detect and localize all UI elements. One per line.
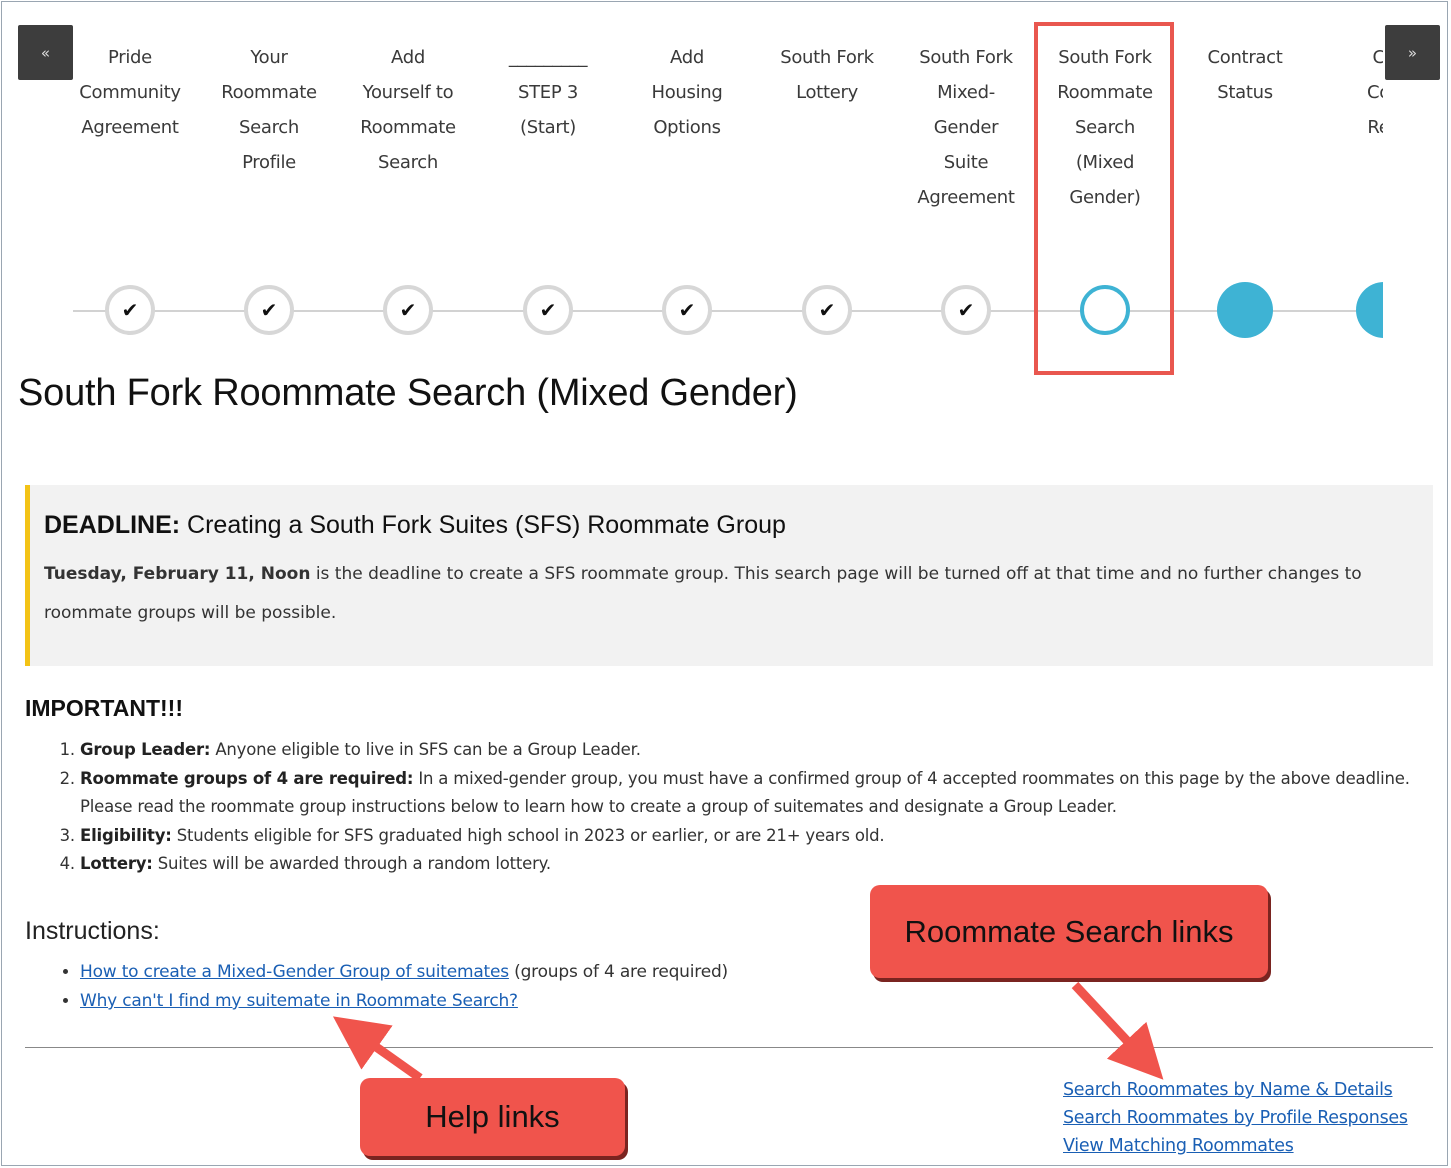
check-icon: ✔: [244, 285, 294, 335]
step-label: Add Housing Options: [651, 47, 723, 138]
stepper-next-button[interactable]: »: [1385, 25, 1440, 80]
future-step-circle-icon: [1356, 282, 1383, 338]
page-title: South Fork Roommate Search (Mixed Gender…: [18, 372, 798, 414]
list-item: How to create a Mixed-Gender Group of su…: [80, 958, 728, 987]
deadline-body: Tuesday, February 11, Noon is the deadli…: [44, 564, 1362, 623]
step-label: South Fork Lottery: [780, 47, 874, 103]
step-label: Add Yourself to Roommate Search: [360, 47, 456, 173]
list-item: Roommate groups of 4 are required: In a …: [80, 765, 1440, 822]
step-contract-status[interactable]: Contract Status: [1175, 40, 1315, 338]
check-icon: ✔: [105, 285, 155, 335]
search-by-name-link[interactable]: Search Roommates by Name & Details: [1063, 1076, 1408, 1104]
step-label: _________ STEP 3 (Start): [508, 47, 588, 138]
step-add-yourself-to-roommate-search[interactable]: Add Yourself to Roommate Search ✔: [338, 40, 478, 335]
roommate-search-links-callout: Roommate Search links: [870, 885, 1268, 978]
mixed-gender-group-help-link[interactable]: How to create a Mixed-Gender Group of su…: [80, 962, 509, 982]
instructions-list: How to create a Mixed-Gender Group of su…: [58, 958, 728, 1016]
cant-find-suitemate-help-link[interactable]: Why can't I find my suitemate in Roommat…: [80, 991, 518, 1011]
step-pride-community-agreement[interactable]: Pride Community Agreement ✔: [60, 40, 200, 335]
view-matching-roommates-link[interactable]: View Matching Roommates: [1063, 1132, 1408, 1160]
search-by-profile-link[interactable]: Search Roommates by Profile Responses: [1063, 1104, 1408, 1132]
roommate-search-links: Search Roommates by Name & Details Searc…: [1063, 1076, 1408, 1160]
step-cancellation-request[interactable]: CaConReq: [1314, 40, 1383, 338]
step-mixed-gender-suite-agreement[interactable]: South Fork Mixed- Gender Suite Agreement ✔: [896, 40, 1036, 335]
current-step-highlight: [1034, 22, 1174, 375]
list-item: Why can't I find my suitemate in Roommat…: [80, 987, 728, 1016]
list-item: Lottery: Suites will be awarded through …: [80, 850, 1440, 879]
step-label: Pride Community Agreement: [79, 47, 181, 138]
step-label: Your Roommate Search Profile: [221, 47, 317, 173]
step-roommate-search-profile[interactable]: Your Roommate Search Profile ✔: [199, 40, 339, 335]
step-label: South Fork Mixed- Gender Suite Agreement: [917, 47, 1015, 208]
divider: [25, 1047, 1433, 1048]
list-item: Eligibility: Students eligible for SFS g…: [80, 822, 1440, 851]
check-icon: ✔: [383, 285, 433, 335]
check-icon: ✔: [662, 285, 712, 335]
deadline-heading: DEADLINE: Creating a South Fork Suites (…: [44, 511, 786, 539]
future-step-circle-icon: [1217, 282, 1273, 338]
important-heading: IMPORTANT!!!: [25, 695, 183, 721]
help-links-callout: Help links: [360, 1078, 625, 1156]
list-item: Group Leader: Anyone eligible to live in…: [80, 736, 1440, 765]
important-list: Group Leader: Anyone eligible to live in…: [58, 736, 1440, 879]
check-icon: ✔: [941, 285, 991, 335]
check-icon: ✔: [802, 285, 852, 335]
stepper: Pride Community Agreement ✔ Your Roommate Se…: [60, 0, 1383, 370]
check-icon: ✔: [523, 285, 573, 335]
deadline-notice: DEADLINE: Creating a South Fork Suites (…: [25, 485, 1433, 666]
step-3-start[interactable]: _________ STEP 3 (Start) ✔: [478, 40, 618, 335]
step-add-housing-options[interactable]: Add Housing Options ✔: [617, 40, 757, 335]
step-south-fork-lottery[interactable]: South Fork Lottery ✔: [757, 40, 897, 335]
step-label: Contract Status: [1207, 47, 1283, 103]
instructions-heading: Instructions:: [25, 917, 160, 945]
step-label: CaConReq: [1366, 47, 1383, 138]
